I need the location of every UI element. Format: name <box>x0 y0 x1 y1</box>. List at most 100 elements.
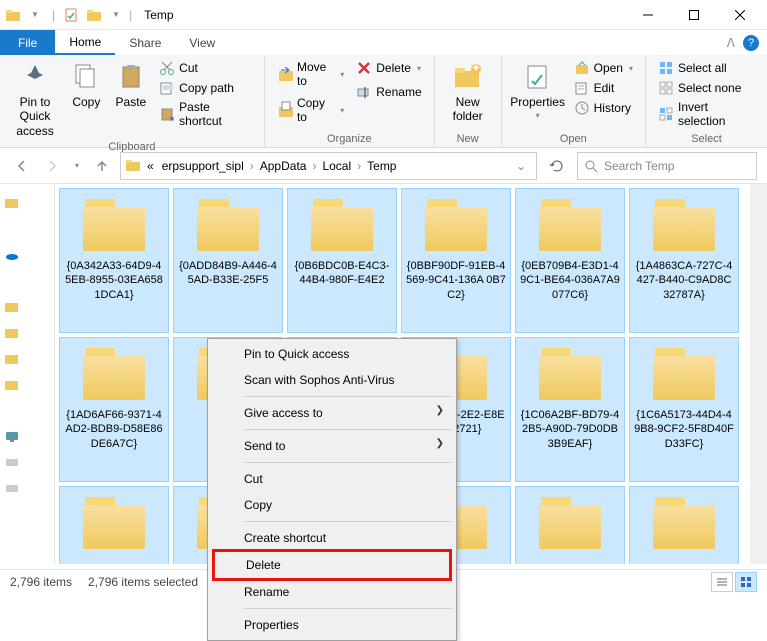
copy-path-button[interactable]: Copy path <box>155 79 256 97</box>
folder-item[interactable] <box>59 486 169 564</box>
copy-path-icon <box>159 80 175 96</box>
open-icon <box>574 60 590 76</box>
nav-item[interactable] <box>4 426 50 446</box>
nav-item[interactable] <box>4 296 50 316</box>
folder-item[interactable]: {1A4863CA-727C-4427-B440-C9AD8C32787A} <box>629 188 739 333</box>
breadcrumb-dropdown[interactable]: ⌄ <box>510 159 532 173</box>
breadcrumb[interactable]: « erpsupport_sipl› AppData› Local› Temp … <box>120 152 537 180</box>
ctx-send-to[interactable]: Send to <box>210 433 454 459</box>
breadcrumb-seg[interactable]: AppData <box>256 159 311 173</box>
view-tab[interactable]: View <box>175 30 229 55</box>
folder-item[interactable] <box>629 486 739 564</box>
folder-icon <box>79 344 149 404</box>
new-folder-button[interactable]: ✦ New folder <box>443 59 493 126</box>
ctx-shortcut[interactable]: Create shortcut <box>210 525 454 551</box>
maximize-button[interactable] <box>671 0 717 30</box>
breadcrumb-seg[interactable]: erpsupport_sipl <box>158 159 248 173</box>
share-tab[interactable]: Share <box>115 30 175 55</box>
forward-button[interactable] <box>40 154 64 178</box>
ctx-delete[interactable]: Delete <box>215 552 449 578</box>
delete-x-icon <box>356 60 372 76</box>
nav-item[interactable] <box>4 400 50 420</box>
refresh-button[interactable] <box>543 152 571 180</box>
separator: | <box>129 8 132 22</box>
select-all-button[interactable]: Select all <box>654 59 759 77</box>
scrollbar[interactable] <box>750 184 767 564</box>
qat-folder-icon[interactable] <box>85 6 103 24</box>
breadcrumb-seg[interactable]: Local <box>318 159 355 173</box>
breadcrumb-overflow[interactable]: « <box>143 159 158 173</box>
folder-icon <box>79 493 149 553</box>
select-all-icon <box>658 60 674 76</box>
qat-dropdown[interactable]: ▼ <box>26 6 44 24</box>
separator <box>244 521 452 522</box>
nav-item[interactable] <box>4 192 50 212</box>
nav-item[interactable] <box>4 348 50 368</box>
delete-highlight: Delete <box>212 549 452 581</box>
copy-icon <box>70 61 102 93</box>
properties-button[interactable]: Properties ▾ <box>510 59 566 123</box>
nav-item[interactable] <box>4 244 50 264</box>
icons-view-button[interactable] <box>735 572 757 592</box>
select-none-button[interactable]: Select none <box>654 79 759 97</box>
cut-button[interactable]: Cut <box>155 59 256 77</box>
folder-item[interactable]: {0B6BDC0B-E4C3-44B4-980F-E4E2 <box>287 188 397 333</box>
folder-item[interactable]: {1AD6AF66-9371-4AD2-BDB9-D58E86DE6A7C} <box>59 337 169 482</box>
folder-icon <box>649 195 719 255</box>
folder-item[interactable]: {0BBF90DF-91EB-4569-9C41-136A 0B7C2} <box>401 188 511 333</box>
invert-selection-button[interactable]: Invert selection <box>654 99 759 129</box>
nav-item[interactable] <box>4 452 50 472</box>
file-tab[interactable]: File <box>0 30 55 55</box>
folder-item[interactable]: {1C6A5173-44D4-49B8-9CF2-5F8D40FD33FC} <box>629 337 739 482</box>
separator <box>244 396 452 397</box>
help-icon[interactable]: ? <box>743 35 759 51</box>
ctx-rename[interactable]: Rename <box>210 579 454 605</box>
breadcrumb-seg[interactable]: Temp <box>363 159 400 173</box>
properties-icon[interactable] <box>63 6 81 24</box>
nav-item[interactable] <box>4 374 50 394</box>
recent-dropdown[interactable]: ▾ <box>70 154 84 178</box>
nav-item[interactable] <box>4 478 50 498</box>
collapse-ribbon-icon[interactable]: ᐱ <box>727 36 735 50</box>
search-input[interactable]: Search Temp <box>577 152 757 180</box>
nav-item[interactable] <box>4 218 50 238</box>
rename-button[interactable]: Rename <box>352 83 425 101</box>
delete-button[interactable]: Delete▾ <box>352 59 425 77</box>
paste-button[interactable]: Paste <box>111 59 152 111</box>
ctx-give-access[interactable]: Give access to <box>210 400 454 426</box>
back-button[interactable] <box>10 154 34 178</box>
folder-item[interactable] <box>515 486 625 564</box>
nav-item[interactable] <box>4 270 50 290</box>
ctx-scan[interactable]: Scan with Sophos Anti-Virus <box>210 367 454 393</box>
ctx-pin[interactable]: Pin to Quick access <box>210 341 454 367</box>
folder-item[interactable]: {0A342A33-64D9-45EB-8955-03EA6581DCA1} <box>59 188 169 333</box>
nav-item[interactable] <box>4 322 50 342</box>
copy-to-button[interactable]: Copy to▾ <box>273 95 348 125</box>
ctx-copy[interactable]: Copy <box>210 492 454 518</box>
edit-button[interactable]: Edit <box>570 79 637 97</box>
folder-item[interactable]: {0EB709B4-E3D1-49C1-BE64-036A7A9077C6} <box>515 188 625 333</box>
ribbon-tabs: File Home Share View ᐱ ? <box>0 30 767 55</box>
home-tab[interactable]: Home <box>55 30 115 55</box>
ctx-properties[interactable]: Properties <box>210 612 454 638</box>
folder-label: {0ADD84B9-A446-45AD-B33E-25F5 <box>178 259 278 288</box>
qat-customize-dropdown[interactable]: ▼ <box>107 6 125 24</box>
paste-shortcut-button[interactable]: Paste shortcut <box>155 99 256 129</box>
folder-item[interactable]: {0ADD84B9-A446-45AD-B33E-25F5 <box>173 188 283 333</box>
navigation-pane[interactable] <box>0 184 55 564</box>
folder-label: {1A4863CA-727C-4427-B440-C9AD8C32787A} <box>634 259 734 302</box>
history-button[interactable]: History <box>570 99 637 117</box>
close-button[interactable] <box>717 0 763 30</box>
paste-shortcut-icon <box>159 106 175 122</box>
open-button[interactable]: Open▾ <box>570 59 637 77</box>
minimize-button[interactable] <box>625 0 671 30</box>
details-view-button[interactable] <box>711 572 733 592</box>
move-to-button[interactable]: Move to▾ <box>273 59 348 89</box>
folder-label: {0EB709B4-E3D1-49C1-BE64-036A7A9077C6} <box>520 259 620 302</box>
up-button[interactable] <box>90 154 114 178</box>
folder-item[interactable]: {1C06A2BF-BD79-42B5-A90D-79D0DB3B9EAF} <box>515 337 625 482</box>
pin-to-quick-access-button[interactable]: Pin to Quick access <box>8 59 62 140</box>
copy-button[interactable]: Copy <box>66 59 107 111</box>
new-folder-icon: ✦ <box>452 61 484 93</box>
ctx-cut[interactable]: Cut <box>210 466 454 492</box>
